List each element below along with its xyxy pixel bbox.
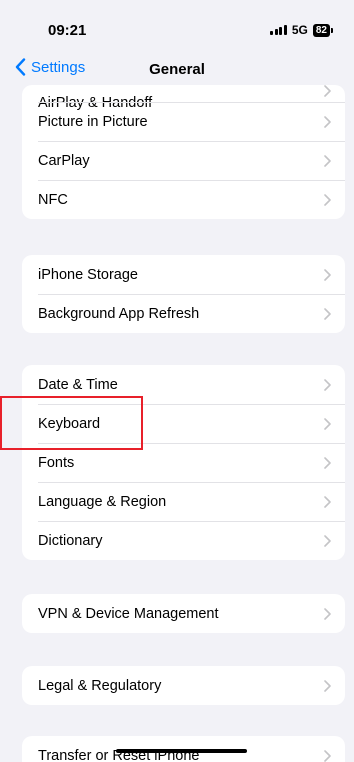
settings-list[interactable]: AirPlay & Handoff Picture in Picture Car… (0, 85, 354, 762)
row-language-region[interactable]: Language & Region (22, 482, 345, 521)
status-time: 09:21 (48, 22, 87, 39)
chevron-right-icon (324, 534, 331, 547)
row-label: CarPlay (38, 152, 90, 169)
row-label: iPhone Storage (38, 266, 138, 283)
row-label: NFC (38, 191, 68, 208)
row-date-time[interactable]: Date & Time (22, 365, 345, 404)
chevron-right-icon (324, 456, 331, 469)
chevron-right-icon (324, 85, 331, 97)
row-label: Background App Refresh (38, 305, 200, 322)
row-fonts[interactable]: Fonts (22, 443, 345, 482)
battery-icon: 82 (312, 23, 334, 37)
navigation-bar: Settings General (0, 55, 354, 85)
settings-group-input: Date & Time Keyboard Fonts Language & Re… (22, 365, 345, 560)
row-background-app-refresh[interactable]: Background App Refresh (22, 294, 345, 333)
home-indicator[interactable] (116, 749, 247, 753)
row-picture-in-picture[interactable]: Picture in Picture (22, 102, 345, 141)
chevron-right-icon (324, 268, 331, 281)
row-legal-regulatory[interactable]: Legal & Regulatory (22, 666, 345, 705)
settings-group-connectivity: AirPlay & Handoff Picture in Picture Car… (22, 85, 345, 219)
row-keyboard[interactable]: Keyboard (22, 404, 345, 443)
row-nfc[interactable]: NFC (22, 180, 345, 219)
chevron-right-icon (324, 749, 331, 762)
row-label: Language & Region (38, 493, 167, 510)
chevron-right-icon (324, 495, 331, 508)
row-label: Keyboard (38, 415, 101, 432)
row-vpn-device-management[interactable]: VPN & Device Management (22, 594, 345, 633)
status-bar: 09:21 5G 82 (0, 0, 354, 52)
chevron-right-icon (324, 307, 331, 320)
settings-group-storage: iPhone Storage Background App Refresh (22, 255, 345, 333)
row-label: Dictionary (38, 532, 103, 549)
row-iphone-storage[interactable]: iPhone Storage (22, 255, 345, 294)
chevron-right-icon (324, 378, 331, 391)
settings-group-legal: Legal & Regulatory (22, 666, 345, 705)
row-label: Picture in Picture (38, 113, 148, 130)
row-label: Date & Time (38, 376, 118, 393)
signal-icon (270, 25, 287, 35)
chevron-right-icon (324, 115, 331, 128)
row-label: Legal & Regulatory (38, 677, 162, 694)
row-carplay[interactable]: CarPlay (22, 141, 345, 180)
network-label: 5G (291, 23, 308, 37)
row-label: VPN & Device Management (38, 605, 219, 622)
chevron-right-icon (324, 679, 331, 692)
chevron-right-icon (324, 607, 331, 620)
row-label: Fonts (38, 454, 75, 471)
status-indicators: 5G 82 (270, 23, 334, 37)
settings-group-vpn: VPN & Device Management (22, 594, 345, 633)
chevron-right-icon (324, 417, 331, 430)
row-dictionary[interactable]: Dictionary (22, 521, 345, 560)
page-title: General (149, 61, 205, 78)
chevron-right-icon (324, 154, 331, 167)
chevron-right-icon (324, 193, 331, 206)
row-airplay-handoff[interactable]: AirPlay & Handoff (22, 85, 345, 111)
